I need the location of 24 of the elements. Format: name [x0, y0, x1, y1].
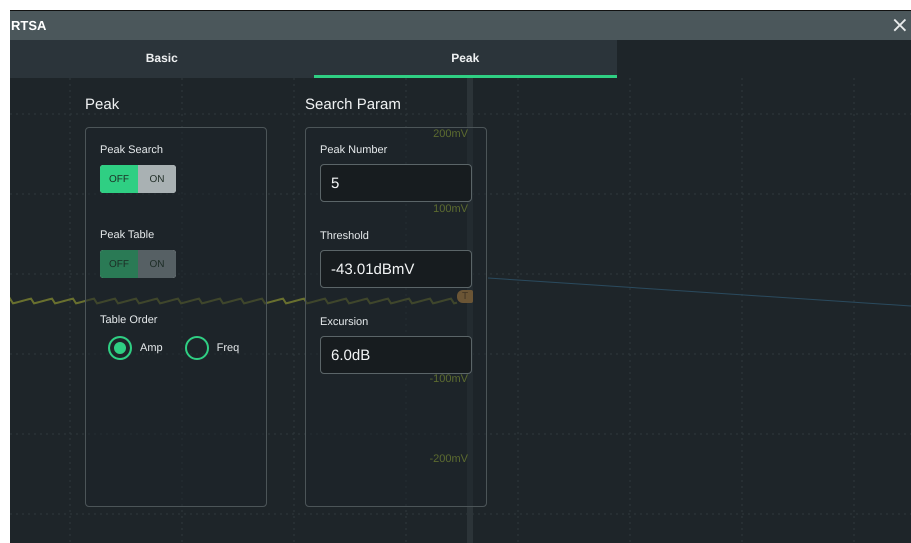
- axis-label: -200mV: [429, 453, 468, 465]
- close-button[interactable]: ×: [888, 14, 911, 36]
- window-title: RTSA: [10, 18, 46, 33]
- radio-button[interactable]: [108, 336, 132, 360]
- section-heading: Peak: [85, 96, 120, 113]
- tab[interactable]: Basic: [10, 40, 314, 78]
- axis-label: -100mV: [429, 373, 468, 385]
- radio-label[interactable]: Freq: [216, 342, 240, 354]
- field-label: Threshold: [320, 230, 370, 242]
- axis-label: 200mV: [433, 128, 468, 140]
- on-off-switch[interactable]: OFF ON: [100, 165, 176, 193]
- field-label: Peak Number: [320, 144, 388, 156]
- radio-group-label: Table Order: [100, 314, 158, 326]
- toggle-label: Peak Table: [100, 229, 156, 241]
- radio-button[interactable]: [184, 336, 209, 360]
- input-field[interactable]: 5: [320, 164, 472, 202]
- radio-label[interactable]: Amp: [140, 342, 163, 354]
- axis-label: 100mV: [433, 203, 468, 215]
- tab[interactable]: Peak: [314, 40, 617, 78]
- input-field[interactable]: 6.0dB: [320, 336, 472, 374]
- toggle-label: Peak Search: [100, 144, 164, 156]
- field-label: Excursion: [320, 316, 370, 328]
- section-heading: Search Param: [305, 96, 402, 113]
- input-field[interactable]: -43.01dBmV: [320, 250, 472, 288]
